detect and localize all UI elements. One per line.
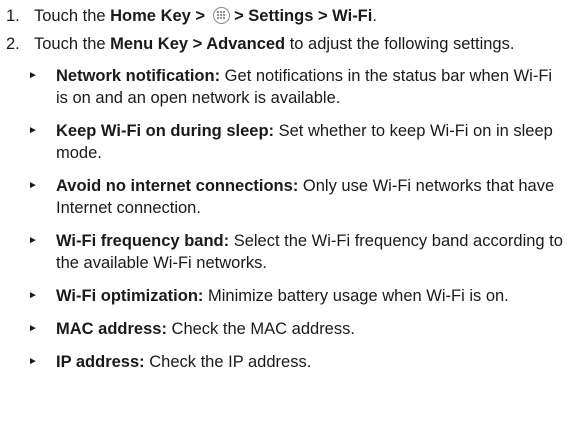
settings-list: ► Network notification: Get notification… xyxy=(4,65,565,373)
setting-avoid-no-internet: ► Avoid no internet connections: Only us… xyxy=(4,175,565,219)
step-number: 1. xyxy=(6,7,20,25)
setting-label: Avoid no internet connections: xyxy=(56,177,299,195)
bullet-arrow-icon: ► xyxy=(28,290,38,301)
bullet-arrow-icon: ► xyxy=(28,356,38,367)
setting-text: Wi-Fi frequency band: Select the Wi-Fi f… xyxy=(56,230,565,274)
step-2: 2. Touch the Menu Key > Advanced to adju… xyxy=(4,33,565,55)
setting-ip-address: ► IP address: Check the IP address. xyxy=(4,351,565,373)
setting-network-notification: ► Network notification: Get notification… xyxy=(4,65,565,109)
bullet-arrow-icon: ► xyxy=(28,180,38,191)
setting-keep-wifi-on: ► Keep Wi-Fi on during sleep: Set whethe… xyxy=(4,120,565,164)
setting-mac-address: ► MAC address: Check the MAC address. xyxy=(4,318,565,340)
setting-frequency-band: ► Wi-Fi frequency band: Select the Wi-Fi… xyxy=(4,230,565,274)
setting-text: Keep Wi-Fi on during sleep: Set whether … xyxy=(56,120,565,164)
setting-text: MAC address: Check the MAC address. xyxy=(56,318,565,340)
setting-description: Minimize battery usage when Wi-Fi is on. xyxy=(203,287,509,305)
setting-description: Check the MAC address. xyxy=(166,320,355,338)
setting-label: Wi-Fi optimization: xyxy=(56,287,204,305)
apps-icon xyxy=(213,7,231,24)
setting-label: IP address: xyxy=(56,353,145,371)
setting-text: Wi-Fi optimization: Minimize battery usa… xyxy=(56,285,565,307)
setting-label: Wi-Fi frequency band: xyxy=(56,232,230,250)
step-path-menu: Menu Key > Advanced xyxy=(110,35,286,53)
setting-text: Avoid no internet connections: Only use … xyxy=(56,175,565,219)
bullet-arrow-icon: ► xyxy=(28,235,38,246)
step-suffix: . xyxy=(372,7,377,25)
step-text: Touch the Menu Key > Advanced to adjust … xyxy=(34,33,565,55)
setting-text: Network notification: Get notifications … xyxy=(56,65,565,109)
step-prefix: Touch the xyxy=(34,35,111,53)
setting-description: Check the IP address. xyxy=(144,353,312,371)
step-prefix: Touch the xyxy=(34,7,111,25)
instructions-document: 1. Touch the Home Key > > Settings > Wi-F… xyxy=(0,0,571,423)
setting-label: Network notification: xyxy=(56,67,221,85)
step-number: 2. xyxy=(6,35,20,53)
bullet-arrow-icon: ► xyxy=(28,70,38,81)
step-text: Touch the Home Key > > Settings > Wi-Fi. xyxy=(34,5,565,27)
step-path-settings: > Settings > Wi-Fi xyxy=(234,7,373,25)
step-1: 1. Touch the Home Key > > Settings > Wi-F… xyxy=(4,5,565,27)
bullet-arrow-icon: ► xyxy=(28,323,38,334)
bullet-arrow-icon: ► xyxy=(28,125,38,136)
setting-text: IP address: Check the IP address. xyxy=(56,351,565,373)
setting-label: Keep Wi-Fi on during sleep: xyxy=(56,122,275,140)
setting-wifi-optimization: ► Wi-Fi optimization: Minimize battery u… xyxy=(4,285,565,307)
step-suffix: to adjust the following settings. xyxy=(285,35,515,53)
step-path-home: Home Key > xyxy=(110,7,206,25)
setting-label: MAC address: xyxy=(56,320,167,338)
